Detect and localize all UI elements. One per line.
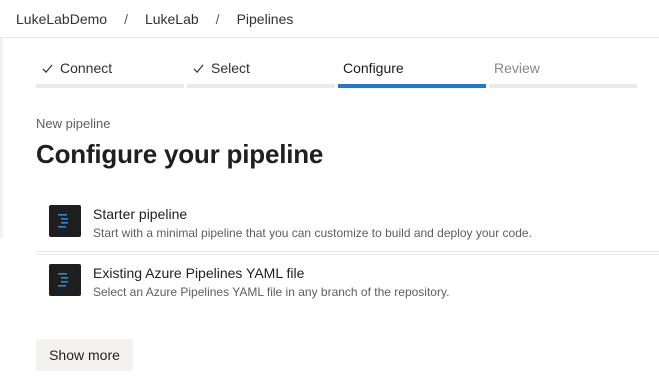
step-connect[interactable]: Connect	[36, 58, 184, 88]
step-label: Select	[211, 60, 250, 76]
step-label: Configure	[343, 60, 404, 76]
option-title: Starter pipeline	[93, 206, 188, 222]
checkmark-icon	[42, 63, 53, 73]
step-label: Review	[494, 60, 540, 76]
page-title: Configure your pipeline	[36, 139, 324, 169]
step-progress-bar	[489, 84, 637, 88]
option-title: Existing Azure Pipelines YAML file	[93, 265, 305, 281]
breadcrumb-item-organization[interactable]: LukeLabDemo	[16, 11, 107, 27]
breadcrumb-separator: /	[215, 10, 220, 27]
step-select[interactable]: Select	[187, 58, 335, 88]
breadcrumb-item-project[interactable]: LukeLab	[145, 11, 199, 27]
page-subtitle: New pipeline	[36, 116, 111, 131]
step-review: Review	[489, 58, 637, 88]
step-progress-bar	[36, 84, 184, 88]
pipeline-file-icon	[49, 264, 81, 296]
breadcrumb-item-pipelines[interactable]: Pipelines	[237, 11, 294, 27]
show-more-button[interactable]: Show more	[36, 339, 133, 371]
step-progress-bar	[338, 84, 486, 88]
option-starter-pipeline[interactable]: Starter pipeline Start with a minimal pi…	[36, 196, 659, 252]
checkmark-icon	[193, 63, 204, 73]
option-existing-yaml[interactable]: Existing Azure Pipelines YAML file Selec…	[36, 254, 659, 310]
wizard-stepper: Connect Select Configure Review	[36, 58, 637, 88]
left-divider	[0, 38, 3, 238]
divider	[36, 251, 659, 252]
step-configure[interactable]: Configure	[338, 58, 486, 88]
option-description: Start with a minimal pipeline that you c…	[93, 226, 532, 240]
option-description: Select an Azure Pipelines YAML file in a…	[93, 285, 450, 299]
step-progress-bar	[187, 84, 335, 88]
pipeline-file-icon	[49, 205, 81, 237]
breadcrumb-separator: /	[124, 10, 128, 27]
step-label: Connect	[60, 60, 113, 76]
breadcrumb: LukeLabDemo / LukeLab / Pipelines	[0, 0, 659, 38]
